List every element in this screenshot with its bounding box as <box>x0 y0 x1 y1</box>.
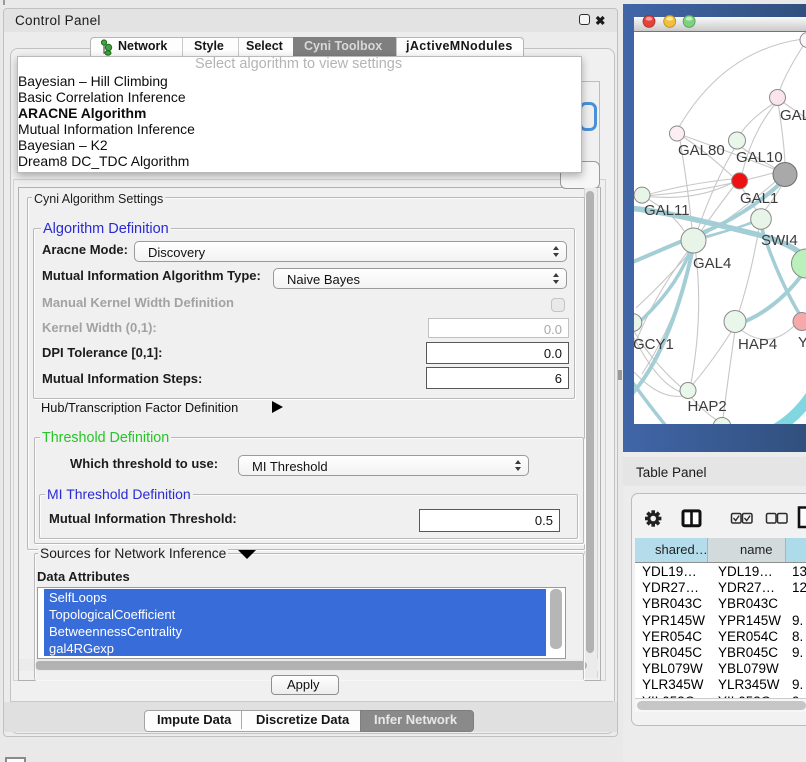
svg-text:HAP2: HAP2 <box>688 398 727 415</box>
svg-text:GAL7: GAL7 <box>780 107 806 124</box>
svg-text:GAL80: GAL80 <box>678 142 725 159</box>
svg-text:GAL4: GAL4 <box>693 255 731 272</box>
svg-text:YD: YD <box>798 334 806 351</box>
svg-text:HAP4: HAP4 <box>738 336 777 353</box>
svg-text:GAL10: GAL10 <box>736 149 783 166</box>
svg-text:SWI4: SWI4 <box>761 232 798 249</box>
svg-text:GAL1: GAL1 <box>740 190 778 207</box>
svg-text:GCY1: GCY1 <box>634 336 674 353</box>
svg-text:GAL11: GAL11 <box>644 202 690 219</box>
